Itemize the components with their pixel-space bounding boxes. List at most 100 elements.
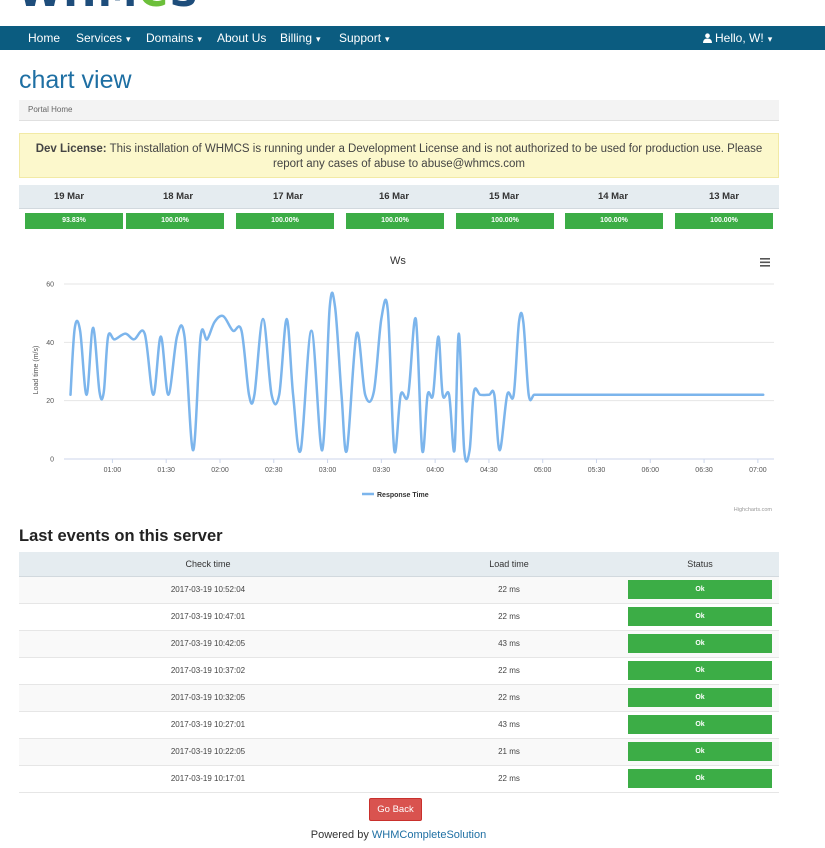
table-row: 2017-03-19 10:42:05 43 ms Ok [19, 631, 779, 658]
x-tick-label: 07:00 [749, 467, 767, 474]
x-tick-label: 01:00 [104, 467, 122, 474]
nav-services-label: Services [76, 31, 123, 45]
response-time-chart: Ws 0 20 40 60 01:00 01:30 02:00 02:30 03:00 03:3… [33, 255, 775, 513]
cell-check-time: 2017-03-19 10:52:04 [170, 585, 246, 594]
cell-check-time: 2017-03-19 10:47:01 [170, 612, 246, 621]
uptime-percent: 100.00% [456, 213, 554, 229]
chart-y-ticks: 0 20 40 60 [46, 282, 54, 464]
y-tick-label: 20 [46, 398, 54, 405]
status-badge: Ok [628, 688, 772, 707]
cell-check-time: 2017-03-19 10:17:01 [170, 774, 246, 783]
chart-title: Ws [390, 255, 406, 267]
x-tick-label: 04:30 [480, 467, 498, 474]
x-tick-label: 04:00 [426, 467, 444, 474]
cell-load-time: 22 ms [498, 693, 520, 702]
uptime-percent: 100.00% [236, 213, 334, 229]
table-row: 2017-03-19 10:17:01 22 ms Ok [19, 766, 779, 793]
nav-billing-label: Billing [280, 31, 313, 45]
nav-home[interactable]: Home [28, 26, 60, 50]
uptime-header: 19 Mar 18 Mar 17 Mar 16 Mar 15 Mar 14 Ma… [19, 185, 779, 209]
status-badge: Ok [628, 742, 772, 761]
x-tick-label: 01:30 [157, 467, 175, 474]
chart-y-axis-label: Load time (m/s) [33, 346, 40, 395]
header-check-time: Check time [185, 559, 231, 569]
x-tick-label: 02:30 [265, 467, 283, 474]
chart-menu-icon[interactable] [755, 255, 775, 271]
page-title: chart view [19, 66, 132, 94]
cell-check-time: 2017-03-19 10:27:01 [170, 720, 246, 729]
go-back-button[interactable]: Go Back [369, 798, 422, 821]
uptime-day: 15 Mar [488, 191, 520, 202]
chart-credits-link[interactable]: Highcharts.com [734, 507, 773, 513]
nav-domains[interactable]: Domains ▾ [146, 26, 202, 50]
main-nav: Home Services ▾ Domains ▾ About Us Billing… [0, 26, 825, 50]
uptime-percent: 100.00% [675, 213, 773, 229]
cell-check-time: 2017-03-19 10:22:05 [170, 747, 246, 756]
chart-x-ticks: 01:00 01:30 02:00 02:30 03:00 03:30 04:00 04:30… [104, 459, 767, 474]
cell-load-time: 22 ms [498, 585, 520, 594]
cell-load-time: 43 ms [498, 639, 520, 648]
table-row: 2017-03-19 10:22:05 21 ms Ok [19, 739, 779, 766]
x-tick-label: 02:00 [211, 467, 229, 474]
caret-down-icon: ▾ [126, 34, 131, 44]
nav-user-menu[interactable]: Hello, W! ▾ [703, 26, 772, 50]
uptime-day: 17 Mar [272, 191, 304, 202]
dev-license-alert: Dev License: This installation of WHMCS … [19, 133, 779, 178]
events-title: Last events on this server [19, 527, 223, 545]
chart-legend[interactable]: Response Time [362, 492, 429, 499]
uptime-percent: 100.00% [126, 213, 224, 229]
nav-about[interactable]: About Us [217, 26, 266, 50]
x-tick-label: 05:00 [534, 467, 552, 474]
uptime-percent: 100.00% [565, 213, 663, 229]
nav-services[interactable]: Services ▾ [76, 26, 131, 50]
uptime-percent: 100.00% [346, 213, 444, 229]
user-icon [703, 33, 712, 43]
header-status: Status [687, 559, 713, 569]
nav-support[interactable]: Support ▾ [339, 26, 390, 50]
x-tick-label: 06:30 [695, 467, 713, 474]
uptime-day: 18 Mar [162, 191, 194, 202]
status-badge: Ok [628, 715, 772, 734]
uptime-strip: 19 Mar 18 Mar 17 Mar 16 Mar 15 Mar 14 Ma… [19, 185, 779, 235]
caret-down-icon: ▾ [197, 34, 202, 44]
footer-link[interactable]: WHMCompleteSolution [372, 829, 486, 841]
table-row: 2017-03-19 10:27:01 43 ms Ok [19, 712, 779, 739]
table-row: 2017-03-19 10:47:01 22 ms Ok [19, 604, 779, 631]
caret-down-icon: ▾ [385, 34, 390, 44]
cell-check-time: 2017-03-19 10:42:05 [170, 639, 246, 648]
uptime-percent: 93.83% [25, 213, 123, 229]
cell-load-time: 22 ms [498, 666, 520, 675]
nav-user-label: Hello, W! [715, 31, 764, 45]
status-badge: Ok [628, 607, 772, 626]
y-tick-label: 40 [46, 340, 54, 347]
nav-billing[interactable]: Billing ▾ [280, 26, 321, 50]
cell-check-time: 2017-03-19 10:32:05 [170, 693, 246, 702]
footer: Powered by WHMCompleteSolution [0, 829, 797, 841]
cell-check-time: 2017-03-19 10:37:02 [170, 666, 246, 675]
caret-down-icon: ▾ [316, 34, 321, 44]
whmcs-logo[interactable]: WHMCS [18, 0, 218, 16]
cell-load-time: 43 ms [498, 720, 520, 729]
uptime-day: 16 Mar [378, 191, 410, 202]
breadcrumb-portal-home[interactable]: Portal Home [28, 105, 72, 114]
status-badge: Ok [628, 634, 772, 653]
caret-down-icon: ▾ [767, 34, 773, 44]
cell-load-time: 21 ms [498, 747, 520, 756]
alert-label: Dev License: [35, 143, 107, 155]
table-row: 2017-03-19 10:32:05 22 ms Ok [19, 685, 779, 712]
y-tick-label: 60 [46, 282, 54, 289]
events-table-body: 2017-03-19 10:52:04 22 ms Ok 2017-03-19 10:… [19, 577, 779, 793]
status-badge: Ok [628, 661, 772, 680]
status-badge: Ok [628, 769, 772, 788]
logo-text-end: S [170, 0, 200, 16]
y-tick-label: 0 [50, 457, 54, 464]
status-badge: Ok [628, 580, 772, 599]
alert-text: This installation of WHMCS is running un… [109, 143, 763, 170]
x-tick-label: 05:30 [588, 467, 606, 474]
logo-text-start: WHM [18, 0, 138, 16]
uptime-day: 19 Mar [53, 191, 85, 202]
series-line-response-time [69, 291, 765, 463]
x-tick-label: 06:00 [642, 467, 660, 474]
cell-load-time: 22 ms [498, 774, 520, 783]
footer-prefix: Powered by [310, 829, 369, 841]
